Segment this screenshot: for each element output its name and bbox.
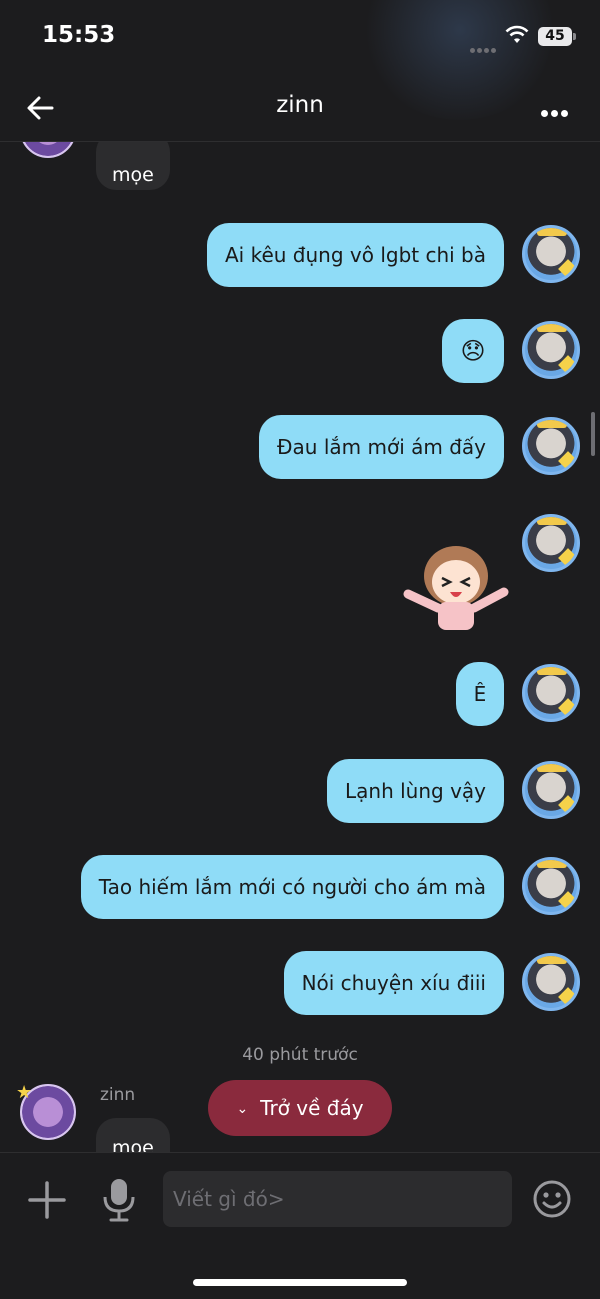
message-input[interactable]: Viết gì đó> [163,1171,512,1227]
outgoing-message[interactable]: Nói chuyện xíu điii [283,951,504,1015]
plus-icon[interactable] [28,1181,66,1219]
status-time: 15:53 [42,22,116,48]
outgoing-message[interactable]: Tao hiếm lắm mới có người cho ám mà [80,855,504,919]
my-avatar[interactable] [522,953,580,1011]
chevron-down-icon: ⌄ [236,1101,249,1117]
chat-header: zinn [0,72,600,142]
cellular-signal-icon [470,38,498,53]
home-indicator[interactable] [193,1279,407,1286]
outgoing-message[interactable]: Lạnh lùng vậy [327,759,504,823]
message-composer: Viết gì đó> [0,1152,600,1299]
incoming-avatar[interactable]: ★ [16,1082,76,1140]
message-timestamp: 40 phút trước [242,1045,358,1065]
my-avatar[interactable] [522,664,580,722]
my-avatar[interactable] [522,514,580,572]
microphone-icon[interactable] [100,1177,138,1223]
jump-to-bottom-label: Trở về đáy [260,1096,364,1120]
my-avatar[interactable] [522,857,580,915]
my-avatar[interactable] [522,225,580,283]
battery-cap [573,33,576,40]
battery-icon: 45 [538,27,572,46]
anime-girl-sticker[interactable] [400,540,512,632]
my-avatar[interactable] [522,417,580,475]
message-list[interactable]: mọe Ai kêu đụng vô lgbt chi bà 😞 Đau lắm… [0,142,600,1152]
emoji-icon[interactable] [532,1179,572,1219]
chat-title: zinn [276,92,324,118]
sender-name: zinn [100,1085,136,1105]
outgoing-message[interactable]: Đau lắm mới ám đấy [259,415,504,479]
incoming-message[interactable]: mọe [96,142,170,190]
jump-to-bottom-button[interactable]: ⌄ Trở về đáy [208,1080,392,1136]
scrollbar[interactable] [591,412,595,456]
wifi-icon [505,25,529,43]
status-bar: 15:53 45 [0,0,600,72]
my-avatar[interactable] [522,321,580,379]
incoming-avatar[interactable] [20,142,76,158]
my-avatar[interactable] [522,761,580,819]
outgoing-emoji-message[interactable]: 😞 [442,319,504,383]
more-options-icon[interactable] [538,102,574,117]
outgoing-message[interactable]: Ai kêu đụng vô lgbt chi bà [206,223,504,287]
outgoing-message[interactable]: Ê [456,662,504,726]
incoming-message[interactable]: mọe [96,1118,170,1152]
